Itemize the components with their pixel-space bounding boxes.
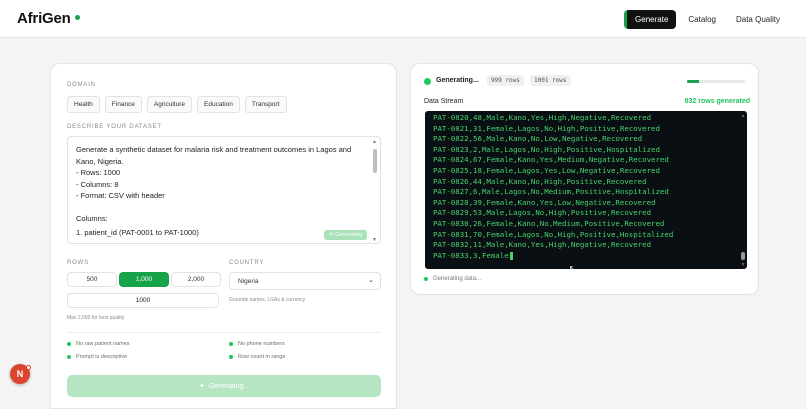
- describe-label: DESCRIBE YOUR DATASET: [67, 124, 162, 130]
- text-cursor-icon: [509, 251, 513, 260]
- generate-button[interactable]: ✦ Generating...: [67, 375, 381, 397]
- stream-line: PAT-0820,48,Male,Kano,Yes,High,Negative,…: [433, 113, 652, 122]
- description-line: [76, 202, 366, 214]
- description-line: Columns:: [76, 214, 108, 223]
- data-stream-label: Data Stream: [424, 98, 464, 105]
- domain-chip-transport[interactable]: Transport: [244, 96, 287, 113]
- scroll-up-icon[interactable]: ▲: [371, 139, 378, 145]
- footer-status-text: Generating data...: [433, 276, 482, 282]
- textarea-generating-badge: ⟳ Generating: [324, 230, 368, 240]
- app-logo[interactable]: AfriGen: [17, 10, 80, 27]
- main-nav: Generate Catalog Data Quality: [624, 10, 788, 29]
- domain-chip-health[interactable]: Health: [67, 96, 100, 113]
- stream-line: PAT-0827,6,Male,Lagos,No,Medium,Positive…: [433, 187, 669, 197]
- check-dot-icon: [67, 355, 71, 359]
- description-line: - Rows: 1000: [76, 168, 121, 177]
- rows-pill: 1001 rows: [530, 75, 571, 86]
- logo-dot-icon: [74, 14, 80, 20]
- mouse-pointer-icon: ↖: [569, 264, 576, 269]
- check-row-count: Row count in range: [229, 354, 285, 360]
- textarea-scrollbar[interactable]: ▲ ▼: [371, 139, 378, 243]
- stream-line-current: PAT-0833,3,Female: [433, 251, 673, 262]
- terminal-scroll-thumb[interactable]: [741, 252, 745, 260]
- rows-hint: Max 2,000 for best quality: [67, 315, 125, 321]
- footer-status: Generating data...: [424, 276, 481, 282]
- check-dot-icon: [229, 355, 233, 359]
- data-stream-terminal[interactable]: PAT-0820,48,Male,Kano,Yes,High,Negative,…: [425, 111, 747, 269]
- domain-chip-agriculture[interactable]: Agriculture: [146, 96, 192, 113]
- check-prompt-descriptive: Prompt is descriptive: [67, 354, 127, 360]
- stream-line: PAT-0824,67,Female,Kano,Yes,Medium,Negat…: [433, 155, 669, 165]
- stream-line: PAT-0830,26,Female,Kano,No,Medium,Positi…: [433, 218, 665, 228]
- generate-button-label: Generating...: [208, 382, 250, 390]
- check-no-phone-numbers: No phone numbers: [229, 341, 285, 347]
- stream-line: PAT-0832,11,Male,Kano,Yes,High,Negative,…: [433, 240, 652, 250]
- description-line: - Columns: 8: [76, 179, 119, 189]
- progress-bar: [687, 80, 745, 83]
- country-hint: Grounds names, LGAs & currency: [229, 297, 306, 303]
- rows-option-1000[interactable]: 1,000: [119, 272, 169, 287]
- stream-line: PAT-0821,31,Female,Lagos,No,High,Positiv…: [433, 123, 660, 133]
- domain-label: DOMAIN: [67, 82, 96, 88]
- description-line: - Format: CSV with header: [76, 191, 165, 200]
- rows-option-2000[interactable]: 2,000: [171, 272, 221, 287]
- description-line: Generate a synthetic dataset for malaria…: [76, 145, 352, 154]
- data-stream-card: Generating... 999 rows 1001 rows Data St…: [410, 63, 759, 295]
- stream-lines: PAT-0820,48,Male,Kano,Yes,High,Negative,…: [433, 113, 673, 261]
- domain-chip-education[interactable]: Education: [197, 96, 240, 113]
- scroll-up-icon[interactable]: ▲: [740, 113, 746, 119]
- stream-line: PAT-0825,18,Female,Lagos,Yes,Low,Negativ…: [433, 165, 660, 175]
- stream-line: PAT-0823,2,Male,Lagos,No,High,Positive,H…: [433, 144, 660, 154]
- rows-pill: 999 rows: [487, 75, 524, 86]
- nav-generate[interactable]: Generate: [624, 10, 677, 29]
- stream-line: PAT-0829,53,Male,Lagos,No,High,Positive,…: [433, 208, 652, 218]
- nav-data-quality[interactable]: Data Quality: [728, 10, 788, 29]
- nav-catalog[interactable]: Catalog: [680, 10, 724, 29]
- stream-line-text: PAT-0833,3,Female: [433, 250, 509, 260]
- description-textarea[interactable]: Generate a synthetic dataset for malaria…: [67, 136, 381, 244]
- description-text: Generate a synthetic dataset for malaria…: [76, 144, 366, 238]
- progress-fill: [687, 80, 699, 83]
- generation-status: Generating...: [436, 77, 479, 84]
- check-no-patient-names: No raw patient names: [67, 341, 130, 347]
- country-label: COUNTRY: [229, 260, 265, 266]
- row-options: 500 1,000 2,000: [67, 272, 221, 287]
- check-label: No phone numbers: [238, 341, 285, 347]
- rows-input[interactable]: 1000: [67, 293, 219, 308]
- domain-chip-finance[interactable]: Finance: [104, 96, 142, 113]
- divider: [67, 332, 381, 333]
- top-bar: AfriGen Generate Catalog Data Quality: [0, 0, 806, 38]
- notification-badge-icon: [26, 365, 31, 370]
- status-dot-icon: [424, 78, 431, 85]
- rows-label: ROWS: [67, 260, 89, 266]
- description-line: 1. patient_id (PAT-0001 to PAT-1000): [76, 227, 199, 237]
- app-name: AfriGen: [17, 10, 71, 27]
- check-dot-icon: [67, 342, 71, 346]
- rows-generated-count: 832 rows generated: [684, 98, 750, 105]
- domain-chips: Health Finance Agriculture Education Tra…: [67, 96, 287, 113]
- check-dot-icon: [229, 342, 233, 346]
- description-line: Kano, Nigeria.: [76, 156, 124, 166]
- stream-line: PAT-0828,39,Female,Kano,Yes,Low,Negative…: [433, 197, 656, 207]
- textarea-badge-label: Generating: [335, 232, 363, 238]
- scroll-down-icon[interactable]: ▼: [740, 262, 746, 268]
- check-label: Row count in range: [238, 354, 286, 360]
- check-label: No raw patient names: [76, 341, 130, 347]
- chevron-down-icon: ⌄: [368, 277, 374, 284]
- terminal-scrollbar[interactable]: ▲ ▼: [740, 113, 746, 268]
- country-value: Nigeria: [238, 277, 259, 285]
- scroll-down-icon[interactable]: ▼: [371, 237, 378, 243]
- sparkle-icon: ✦: [198, 383, 205, 390]
- stream-line: PAT-0831,70,Female,Lagos,No,High,Positiv…: [433, 229, 674, 239]
- textarea-scroll-thumb[interactable]: [373, 149, 377, 173]
- check-label: Prompt is descriptive: [76, 354, 128, 360]
- stream-line: PAT-0826,44,Male,Kano,No,High,Positive,R…: [433, 176, 647, 186]
- stream-line: PAT-0822,56,Male,Kano,No,Low,Negative,Re…: [433, 134, 643, 144]
- status-dot-icon: [424, 277, 428, 281]
- country-select[interactable]: Nigeria ⌄: [229, 272, 381, 290]
- dataset-form-card: DOMAIN Health Finance Agriculture Educat…: [50, 63, 397, 409]
- rows-option-500[interactable]: 500: [67, 272, 117, 287]
